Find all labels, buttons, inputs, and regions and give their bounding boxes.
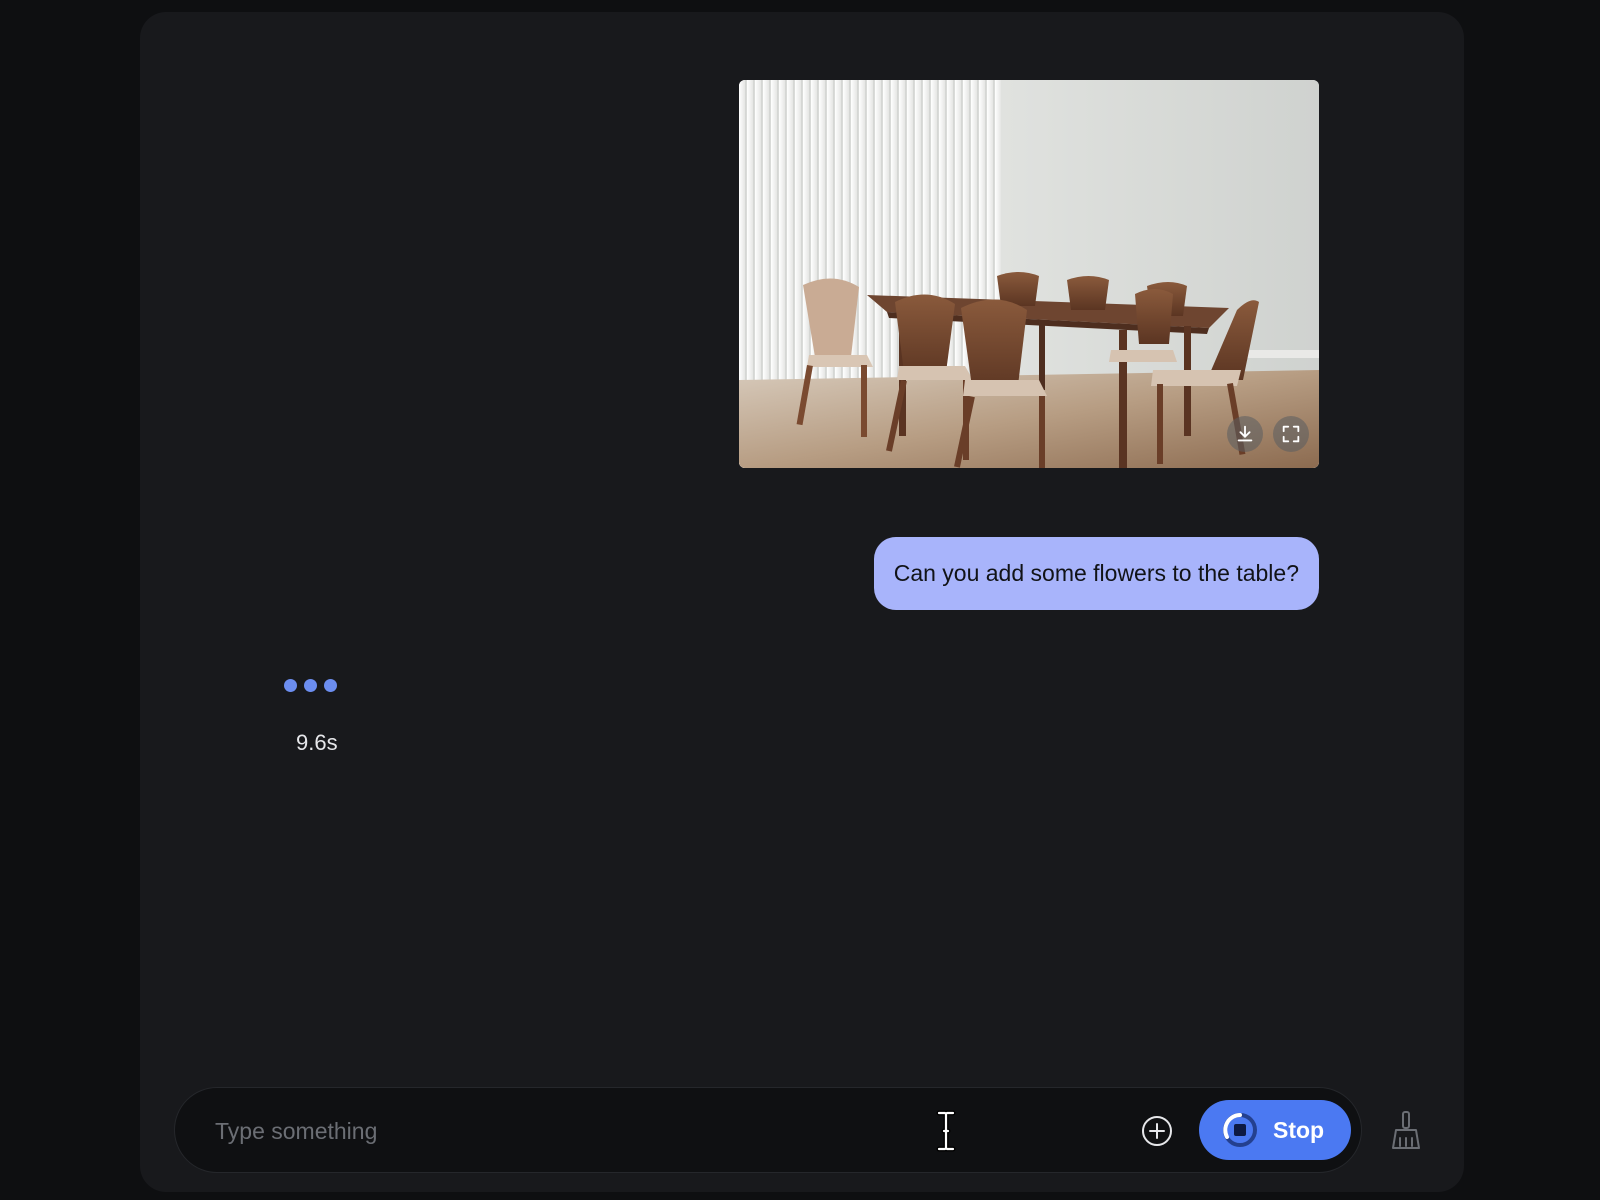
user-message-text: Can you add some flowers to the table?: [893, 560, 1299, 586]
add-attachment-button[interactable]: [1139, 1113, 1175, 1149]
stop-label: Stop: [1273, 1116, 1325, 1143]
message-input[interactable]: [213, 1108, 857, 1154]
text-cursor-icon: [936, 1110, 956, 1152]
download-icon: [1237, 425, 1253, 442]
download-button[interactable]: [1227, 416, 1263, 452]
plus-circle-icon: [1142, 1116, 1172, 1146]
elapsed-time: 9.6s: [296, 730, 338, 755]
stop-circle-icon: [1223, 1113, 1257, 1147]
clear-chat-button[interactable]: [1386, 1108, 1426, 1152]
broom-icon: [1392, 1111, 1420, 1149]
image-message[interactable]: [739, 80, 1319, 468]
typing-dot: [284, 679, 297, 692]
stop-button[interactable]: Stop: [1199, 1100, 1351, 1160]
typing-dot: [324, 679, 337, 692]
user-message-bubble: Can you add some flowers to the table?: [873, 537, 1319, 610]
fullscreen-button[interactable]: [1273, 416, 1309, 452]
typing-dot: [304, 679, 317, 692]
app-window: Can you add some flowers to the table? 9…: [0, 0, 1600, 1200]
fullscreen-icon: [1282, 425, 1300, 443]
typing-indicator: [284, 679, 337, 692]
composer-bar: Stop: [174, 1087, 1362, 1173]
dining-room-image: [739, 80, 1319, 468]
